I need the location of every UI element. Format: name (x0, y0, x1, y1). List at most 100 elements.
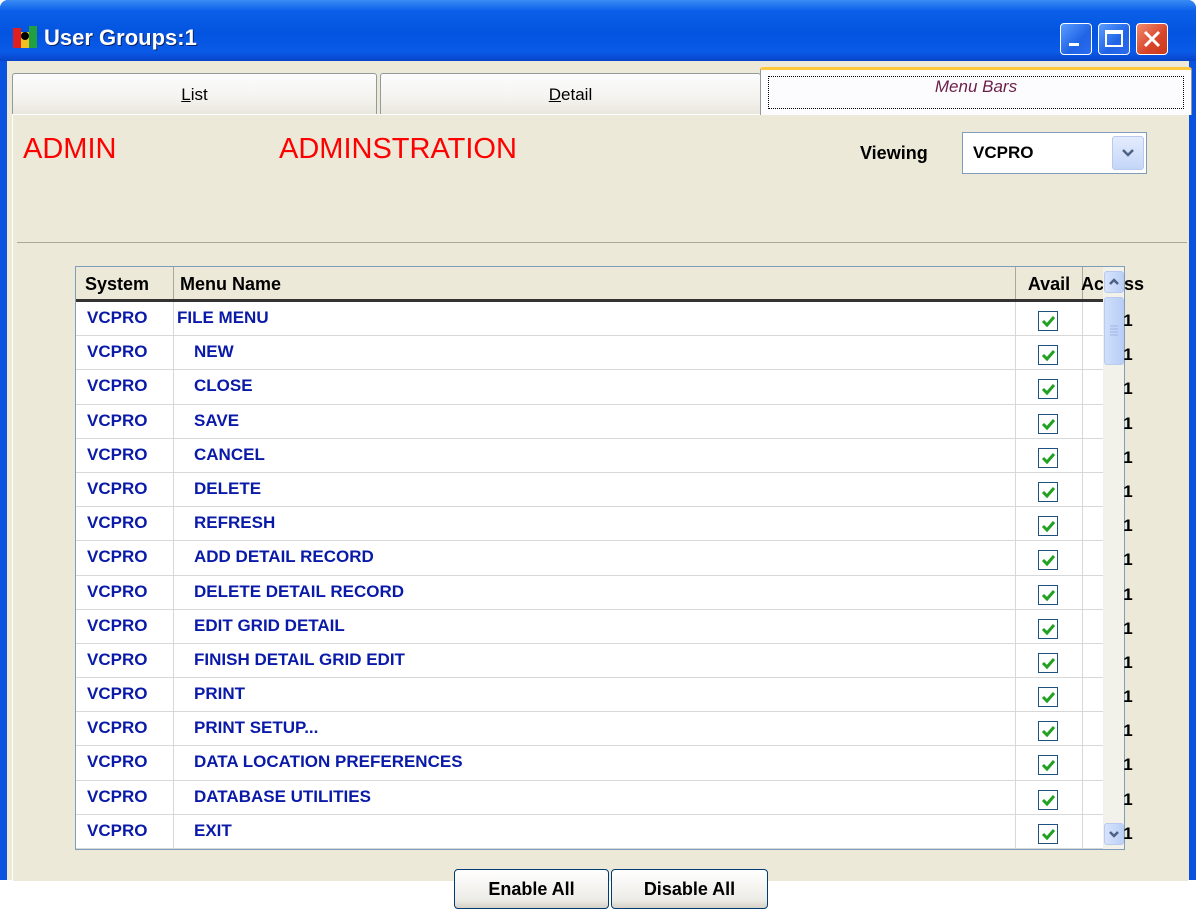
minimize-icon (1069, 43, 1079, 46)
cell-access[interactable]: 1 (1083, 678, 1173, 711)
table-row[interactable]: VCPRO FILE MENU 1 (76, 302, 1133, 337)
table-row[interactable]: VCPRO DATABASE UTILITIES 1 (76, 780, 1133, 815)
column-header-system[interactable]: System (76, 267, 174, 299)
checkmark-icon (1041, 384, 1056, 396)
avail-checkbox[interactable] (1038, 652, 1058, 673)
cell-system: VCPRO (76, 438, 174, 472)
table-row[interactable]: VCPRO EDIT GRID DETAIL 1 (76, 609, 1133, 644)
checkmark-icon (1041, 316, 1056, 328)
close-button[interactable] (1136, 23, 1168, 55)
cell-access[interactable]: 1 (1083, 541, 1173, 574)
scroll-down-button[interactable] (1104, 823, 1124, 845)
cell-access[interactable]: 1 (1083, 610, 1173, 643)
cell-access[interactable]: 1 (1083, 746, 1173, 779)
table-row[interactable]: VCPRO FINISH DETAIL GRID EDIT 1 (76, 643, 1133, 679)
enable-all-button[interactable]: Enable All (454, 869, 609, 909)
cell-system: VCPRO (76, 404, 174, 438)
checkmark-icon (1041, 828, 1056, 841)
avail-checkbox[interactable] (1038, 311, 1058, 331)
table-row[interactable]: VCPRO DELETE DETAIL RECORD 1 (76, 575, 1133, 610)
cell-avail (1016, 507, 1083, 541)
avail-checkbox[interactable] (1038, 755, 1058, 776)
scroll-up-button[interactable] (1104, 271, 1124, 293)
tab-detail[interactable]: Detail (380, 73, 761, 115)
close-icon (1143, 30, 1161, 48)
avail-checkbox[interactable] (1038, 345, 1058, 366)
avail-checkbox[interactable] (1038, 447, 1058, 468)
cell-menu-name: FINISH DETAIL GRID EDIT (174, 643, 1016, 678)
cell-access[interactable]: 1 (1083, 644, 1173, 677)
checkmark-icon (1041, 350, 1056, 362)
cell-access[interactable]: 1 (1083, 336, 1173, 369)
cell-access[interactable]: 1 (1083, 712, 1173, 745)
cell-access[interactable]: 1 (1083, 473, 1173, 506)
cell-menu-name: DATABASE UTILITIES (174, 780, 1016, 814)
table-row[interactable]: VCPRO EXIT 1 (76, 814, 1133, 849)
checkmark-icon (1041, 794, 1056, 806)
table-row[interactable]: VCPRO SAVE 1 (76, 404, 1133, 439)
table-row[interactable]: VCPRO CLOSE 1 (76, 370, 1133, 405)
cell-access[interactable]: 1 (1083, 439, 1173, 472)
cell-avail (1016, 541, 1083, 575)
cell-system: VCPRO (76, 541, 174, 575)
cell-access[interactable]: 1 (1083, 781, 1173, 814)
cell-avail (1016, 575, 1083, 609)
cell-avail (1016, 336, 1083, 370)
avail-checkbox[interactable] (1038, 618, 1058, 639)
tab-menu-bars[interactable]: Menu Bars (760, 67, 1192, 115)
avail-checkbox[interactable] (1038, 516, 1058, 537)
cell-system: VCPRO (76, 302, 174, 336)
cell-access[interactable]: 1 (1083, 576, 1173, 609)
cell-access[interactable]: 1 (1083, 302, 1173, 335)
dropdown-button[interactable] (1112, 136, 1144, 170)
cell-system: VCPRO (76, 746, 174, 780)
grid-rows: VCPRO FILE MENU 1 VCPRO NEW 1 VCPRO CLOSE 1 VCPRO… (76, 302, 1133, 849)
avail-checkbox[interactable] (1038, 687, 1058, 708)
cell-system: VCPRO (76, 712, 174, 746)
tab-detail-label: Detail (548, 84, 593, 104)
maximize-button[interactable] (1098, 23, 1130, 55)
cell-access[interactable]: 1 (1083, 405, 1173, 438)
cell-avail (1016, 712, 1083, 746)
table-row[interactable]: VCPRO NEW 1 (76, 336, 1133, 371)
avail-checkbox[interactable] (1038, 584, 1058, 605)
table-row[interactable]: VCPRO DATA LOCATION PREFERENCES 1 (76, 746, 1133, 781)
group-name: ADMINSTRATION (279, 133, 517, 165)
cell-menu-name: DATA LOCATION PREFERENCES (174, 746, 1016, 780)
cell-system: VCPRO (76, 575, 174, 609)
avail-checkbox[interactable] (1038, 789, 1058, 810)
table-row[interactable]: VCPRO REFRESH 1 (76, 507, 1133, 542)
checkmark-icon (1041, 623, 1056, 635)
table-row[interactable]: VCPRO ADD DETAIL RECORD 1 (76, 541, 1133, 576)
cell-system: VCPRO (76, 780, 174, 814)
separator (17, 242, 1187, 243)
vertical-scrollbar[interactable] (1103, 267, 1124, 849)
minimize-button[interactable] (1060, 23, 1092, 55)
cell-access[interactable]: 1 (1083, 507, 1173, 540)
scroll-thumb[interactable] (1104, 297, 1124, 365)
cell-avail (1016, 643, 1083, 678)
viewing-select[interactable]: VCPRO (962, 132, 1147, 174)
table-row[interactable]: VCPRO CANCEL 1 (76, 438, 1133, 473)
table-row[interactable]: VCPRO PRINT SETUP... 1 (76, 712, 1133, 747)
avail-checkbox[interactable] (1038, 823, 1058, 844)
avail-checkbox[interactable] (1038, 550, 1058, 571)
avail-checkbox[interactable] (1038, 721, 1058, 742)
table-row[interactable]: VCPRO PRINT 1 (76, 678, 1133, 713)
disable-all-button[interactable]: Disable All (611, 869, 768, 909)
avail-checkbox[interactable] (1038, 413, 1058, 434)
column-header-avail[interactable]: Avail (1016, 267, 1083, 299)
cell-menu-name: SAVE (174, 404, 1016, 438)
cell-avail (1016, 404, 1083, 438)
avail-checkbox[interactable] (1038, 379, 1058, 400)
tab-list[interactable]: List (12, 73, 377, 115)
avail-checkbox[interactable] (1038, 481, 1058, 502)
cell-access[interactable]: 1 (1083, 815, 1173, 848)
table-row[interactable]: VCPRO DELETE 1 (76, 472, 1133, 508)
column-header-menu-name[interactable]: Menu Name (174, 267, 1016, 299)
title-bar[interactable]: User Groups:1 (0, 0, 1196, 61)
cell-access[interactable]: 1 (1083, 370, 1173, 403)
menu-grid[interactable]: System Menu Name Avail Access VCPROFILE … (75, 266, 1144, 850)
cell-system: VCPRO (76, 643, 174, 678)
checkmark-icon (1041, 692, 1056, 704)
